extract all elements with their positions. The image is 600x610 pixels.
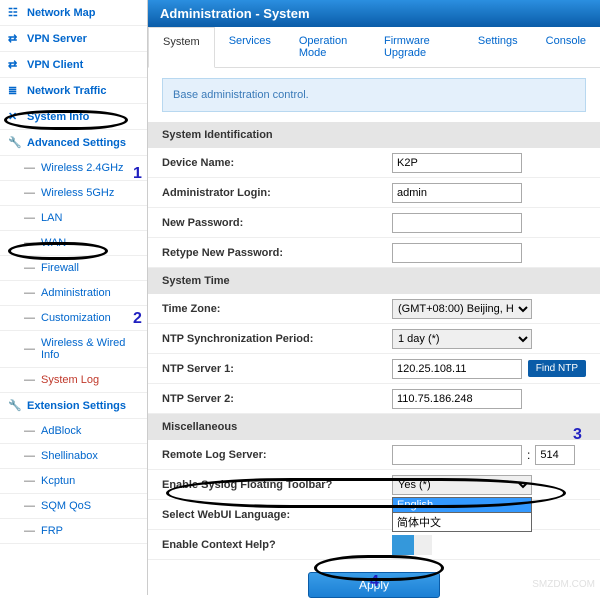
sidebar-sub-wan[interactable]: —WAN	[0, 231, 147, 256]
label-device-name: Device Name:	[162, 157, 392, 169]
sidebar-item-network-map[interactable]: ☷Network Map	[0, 0, 147, 26]
sidebar-item-vpn-client[interactable]: ⇄VPN Client	[0, 52, 147, 78]
select-timezone[interactable]: (GMT+08:00) Beijing, Hong Kong	[392, 299, 532, 319]
sidebar-sub-system-log[interactable]: —System Log	[0, 368, 147, 393]
sidebar: ☷Network Map ⇄VPN Server ⇄VPN Client ≣Ne…	[0, 0, 148, 595]
sidebar-sub-lan[interactable]: —LAN	[0, 206, 147, 231]
toggle-context-help[interactable]	[392, 535, 432, 555]
input-new-password[interactable]	[392, 213, 522, 233]
bars-icon: ≣	[8, 84, 22, 97]
input-retype-password[interactable]	[392, 243, 522, 263]
select-ntp-sync[interactable]: 1 day (*)	[392, 329, 532, 349]
label-context-help: Enable Context Help?	[162, 539, 392, 551]
lang-option-english[interactable]: English	[392, 497, 532, 513]
section-system-time: System Time	[148, 268, 600, 294]
tab-console[interactable]: Console	[532, 27, 600, 67]
label-retype-password: Retype New Password:	[162, 247, 392, 259]
page-title: Administration - System	[148, 0, 600, 27]
apply-button[interactable]: Apply	[308, 572, 440, 598]
section-miscellaneous: Miscellaneous	[148, 414, 600, 440]
main-content: Administration - System System Services …	[148, 0, 600, 595]
label-syslog-toolbar: Enable Syslog Floating Toolbar?	[162, 479, 392, 491]
info-banner: Base administration control.	[162, 78, 586, 112]
sidebar-sub-wireless-wired[interactable]: —Wireless & Wired Info	[0, 331, 147, 368]
input-admin-login[interactable]	[392, 183, 522, 203]
tab-firmware-upgrade[interactable]: Firmware Upgrade	[370, 27, 464, 67]
lang-option-chinese[interactable]: 简体中文	[392, 513, 532, 532]
input-remote-log-host[interactable]	[392, 445, 522, 465]
tab-services[interactable]: Services	[215, 27, 285, 67]
select-syslog[interactable]: Yes (*)	[392, 475, 532, 495]
label-ntp-sync: NTP Synchronization Period:	[162, 333, 392, 345]
sidebar-item-system-info[interactable]: ✕System Info	[0, 104, 147, 130]
sidebar-item-network-traffic[interactable]: ≣Network Traffic	[0, 78, 147, 104]
sidebar-sub-wireless-5[interactable]: —Wireless 5GHz	[0, 181, 147, 206]
input-ntp2[interactable]	[392, 389, 522, 409]
sidebar-sub-adblock[interactable]: —AdBlock	[0, 419, 147, 444]
wrench-icon: 🔧	[8, 136, 22, 149]
sidebar-item-advanced-settings[interactable]: 🔧Advanced Settings	[0, 130, 147, 156]
wrench-icon: 🔧	[8, 399, 22, 412]
sidebar-sub-firewall[interactable]: —Firewall	[0, 256, 147, 281]
tabs: System Services Operation Mode Firmware …	[148, 27, 600, 68]
tab-system[interactable]: System	[148, 27, 215, 68]
swap-icon: ⇄	[8, 32, 22, 45]
label-ntp1: NTP Server 1:	[162, 363, 392, 375]
label-ntp2: NTP Server 2:	[162, 393, 392, 405]
sidebar-sub-shellinabox[interactable]: —Shellinabox	[0, 444, 147, 469]
label-timezone: Time Zone:	[162, 303, 392, 315]
input-device-name[interactable]	[392, 153, 522, 173]
find-ntp-button[interactable]: Find NTP	[528, 360, 586, 377]
sidebar-item-extension-settings[interactable]: 🔧Extension Settings	[0, 393, 147, 419]
tab-operation-mode[interactable]: Operation Mode	[285, 27, 370, 67]
watermark: SMZDM.COM	[532, 579, 595, 590]
section-system-identification: System Identification	[148, 122, 600, 148]
tab-settings[interactable]: Settings	[464, 27, 532, 67]
map-icon: ☷	[8, 6, 22, 19]
sidebar-sub-administration[interactable]: —Administration	[0, 281, 147, 306]
label-admin-login: Administrator Login:	[162, 187, 392, 199]
label-new-password: New Password:	[162, 217, 392, 229]
sidebar-sub-sqm-qos[interactable]: —SQM QoS	[0, 494, 147, 519]
sidebar-sub-wireless-24[interactable]: —Wireless 2.4GHz	[0, 156, 147, 181]
swap-icon: ⇄	[8, 58, 22, 71]
shuffle-icon: ✕	[8, 110, 22, 123]
sidebar-sub-frp[interactable]: —FRP	[0, 519, 147, 544]
label-webui-language: Select WebUI Language:	[162, 509, 392, 521]
sidebar-sub-customization[interactable]: —Customization	[0, 306, 147, 331]
input-remote-log-port[interactable]	[535, 445, 575, 465]
sidebar-sub-kcptun[interactable]: —Kcptun	[0, 469, 147, 494]
select-language[interactable]: English 简体中文	[392, 497, 532, 532]
input-ntp1[interactable]	[392, 359, 522, 379]
sidebar-item-vpn-server[interactable]: ⇄VPN Server	[0, 26, 147, 52]
label-remote-log: Remote Log Server:	[162, 449, 392, 461]
